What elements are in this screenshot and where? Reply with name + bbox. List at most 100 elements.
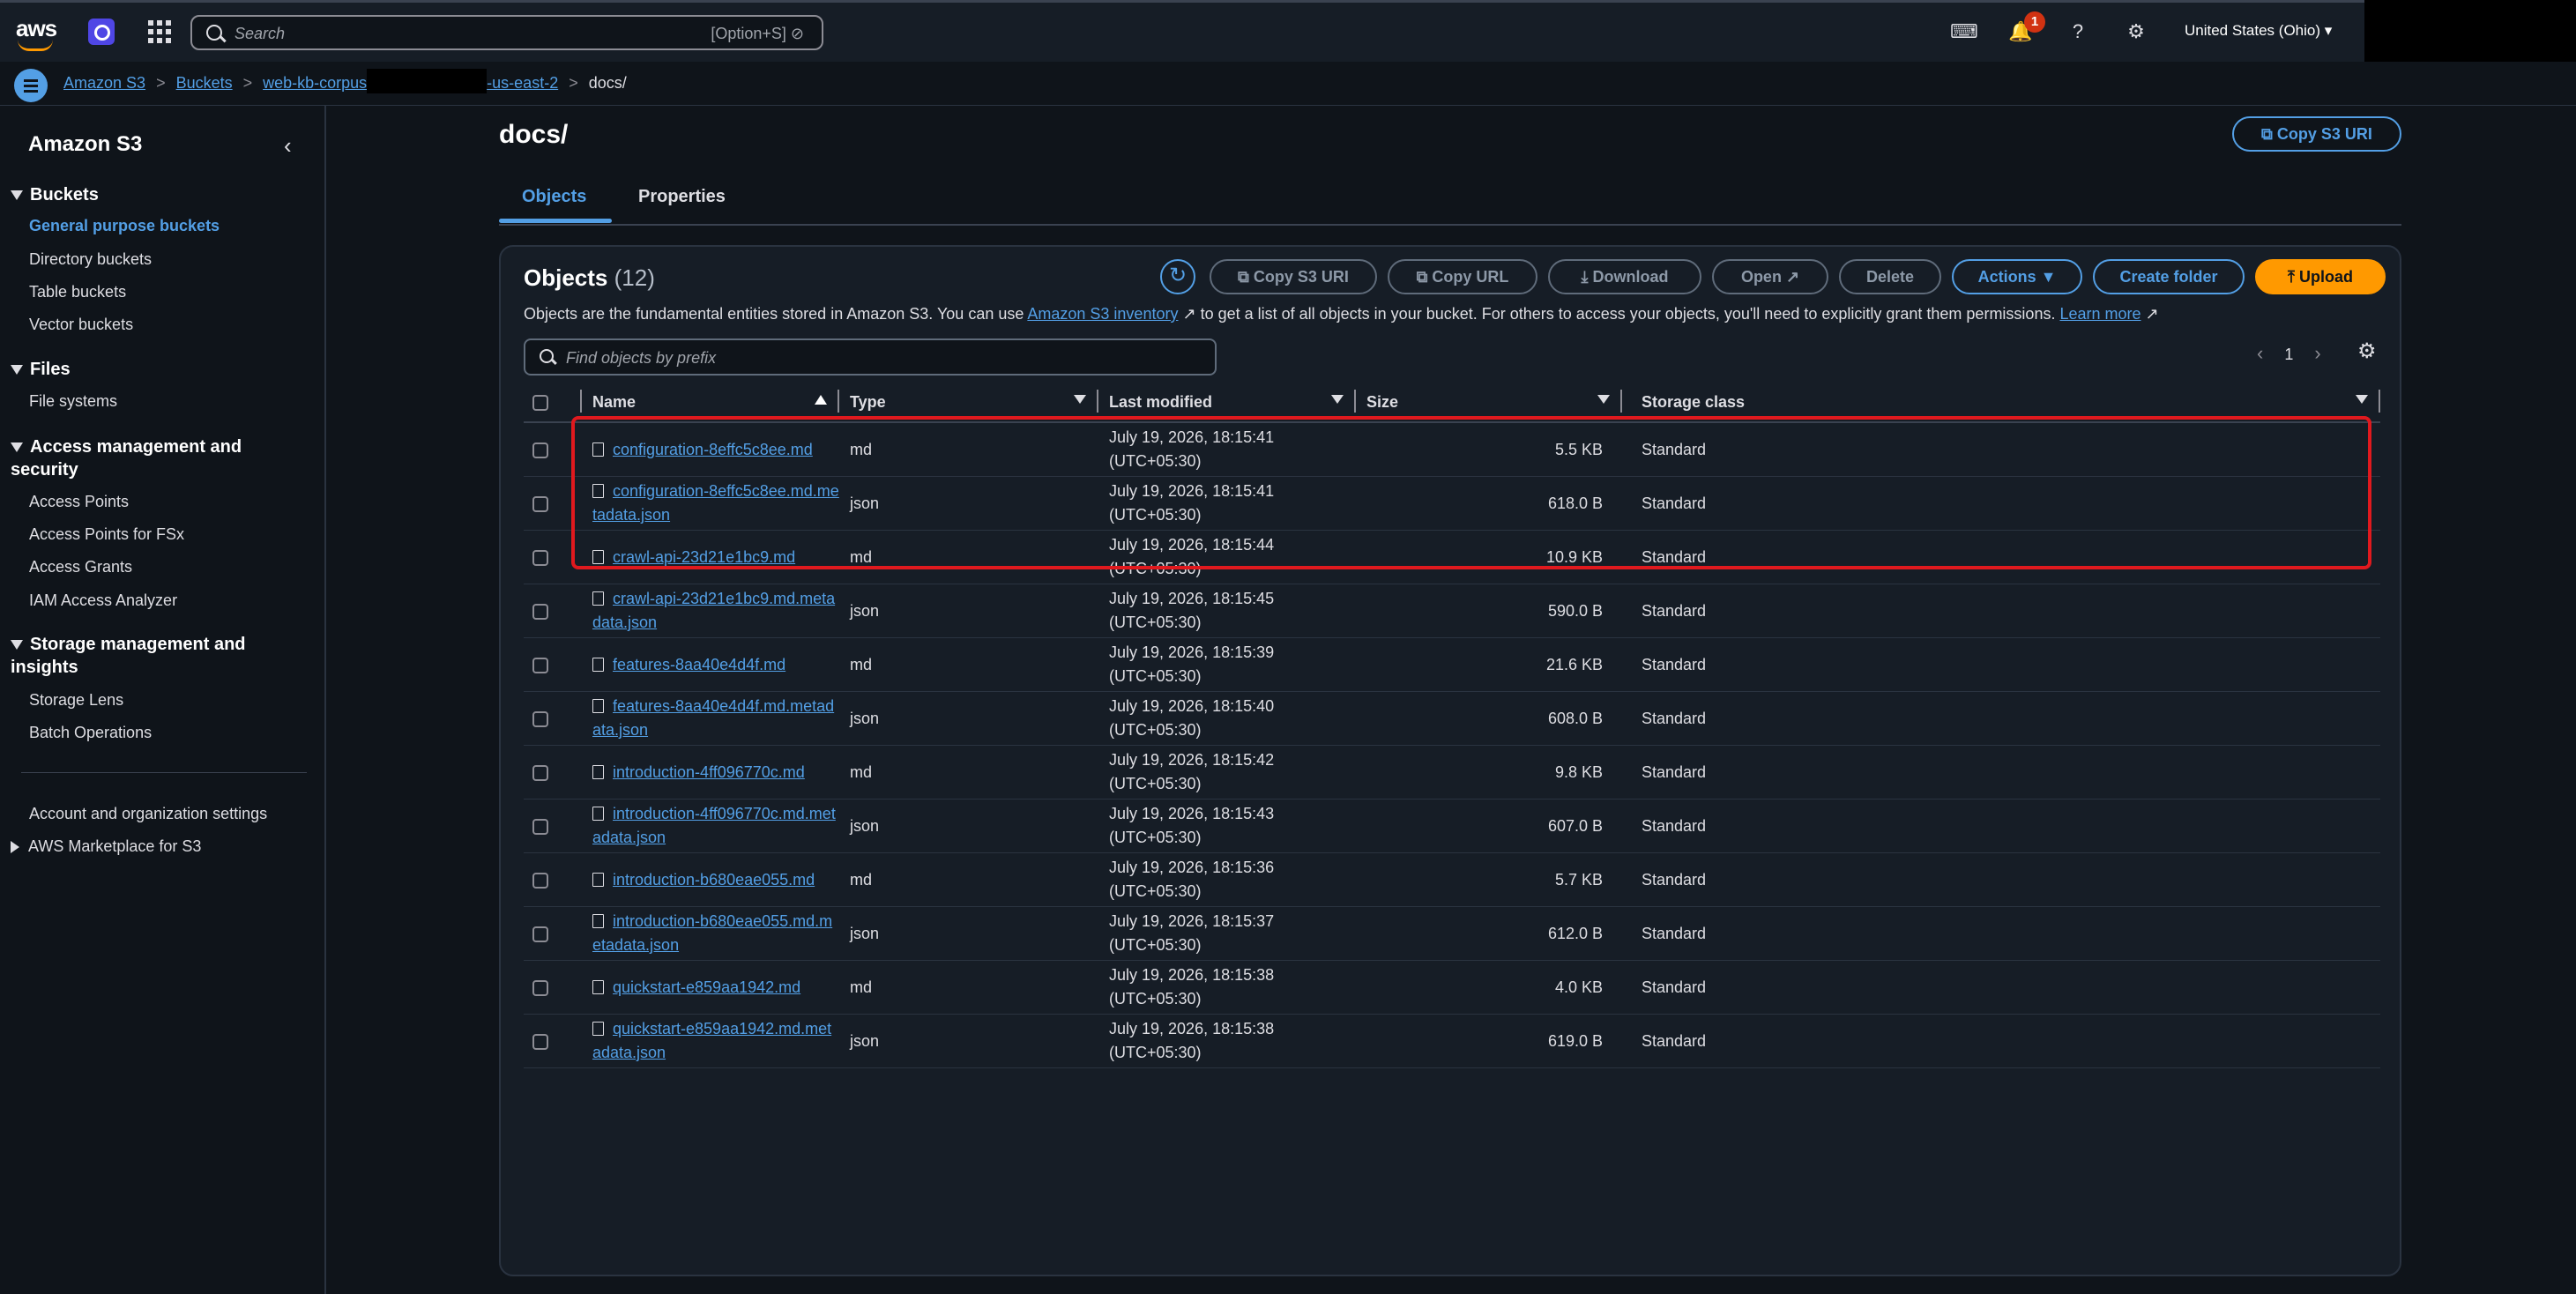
object-name-cell: features-8aa40e4d4f.md.metadata.json [582, 691, 839, 746]
copy-s3-uri-header-button[interactable]: ⧉ Copy S3 URI [2232, 116, 2401, 152]
tab-objects[interactable]: Objects [522, 187, 586, 207]
breadcrumb-amazon-s3[interactable]: Amazon S3 [63, 74, 145, 92]
object-name-link[interactable]: introduction-4ff096770c.md.metadata.json [592, 805, 836, 846]
services-grid-icon[interactable] [148, 20, 171, 43]
table-row[interactable]: introduction-b680eae055.md.metadata.json… [524, 906, 2380, 961]
row-checkbox-cell [524, 960, 582, 1015]
settings-gear-icon[interactable]: ⚙ [2125, 20, 2148, 43]
cloudshell-icon[interactable]: ⌨ [1950, 20, 1978, 43]
table-preferences-gear-icon[interactable]: ⚙ [2357, 338, 2377, 364]
object-name-link[interactable]: introduction-4ff096770c.md [613, 763, 805, 781]
sidebar-item-storage-lens[interactable]: Storage Lens [29, 691, 123, 710]
object-name-link[interactable]: configuration-8effc5c8ee.md [613, 441, 813, 458]
region-selector[interactable]: United States (Ohio) ▾ [2185, 22, 2332, 40]
create-folder-button[interactable]: Create folder [2093, 259, 2245, 294]
column-storage-class[interactable]: Storage class [1622, 383, 2380, 423]
next-page-icon[interactable]: › [2314, 342, 2320, 364]
copy-url-button[interactable]: ⧉ Copy URL [1388, 259, 1537, 294]
row-checkbox[interactable] [532, 926, 548, 942]
object-last-modified: July 19, 2026, 18:15:42 (UTC+05:30) [1098, 745, 1356, 799]
hamburger-menu-icon[interactable] [14, 69, 48, 102]
table-row[interactable]: introduction-4ff096770c.md md July 19, 202… [524, 745, 2380, 799]
row-checkbox[interactable] [532, 872, 548, 889]
download-button[interactable]: ⤓ Download [1548, 259, 1701, 294]
sidebar-section-storage-management[interactable]: Storage management and insights [11, 633, 293, 679]
table-row[interactable]: quickstart-e859aa1942.md md July 19, 2026,… [524, 960, 2380, 1015]
open-button[interactable]: Open ↗ [1712, 259, 1828, 294]
extension-icon[interactable] [88, 19, 115, 45]
row-checkbox[interactable] [532, 979, 548, 996]
sidebar-section-files[interactable]: Files [11, 358, 71, 381]
sidebar-item-account-settings[interactable]: Account and organization settings [29, 805, 267, 823]
table-row[interactable]: introduction-b680eae055.md md July 19, 202… [524, 852, 2380, 907]
sidebar-item-file-systems[interactable]: File systems [29, 392, 117, 411]
table-row[interactable]: quickstart-e859aa1942.md.metadata.json js… [524, 1014, 2380, 1068]
table-row[interactable]: crawl-api-23d21e1bc9.md.metadata.json jso… [524, 584, 2380, 638]
object-name-link[interactable]: features-8aa40e4d4f.md.metadata.json [592, 697, 834, 739]
row-checkbox-cell [524, 1014, 582, 1068]
search-input[interactable]: Search [Option+S] ⊘ [190, 15, 823, 50]
object-storage-class: Standard [1622, 476, 2380, 531]
column-last-modified[interactable]: Last modified [1098, 383, 1356, 423]
row-checkbox[interactable] [532, 657, 548, 673]
object-name-link[interactable]: introduction-b680eae055.md.metadata.json [592, 912, 832, 954]
help-icon[interactable]: ? [2066, 20, 2089, 43]
refresh-icon[interactable]: ↻ [1160, 259, 1195, 294]
row-checkbox[interactable] [532, 764, 548, 781]
row-checkbox[interactable] [532, 818, 548, 835]
sidebar-item-access-points-fsx[interactable]: Access Points for FSx [29, 525, 184, 544]
object-name-link[interactable]: crawl-api-23d21e1bc9.md.metadata.json [592, 590, 835, 631]
object-name-link[interactable]: configuration-8effc5c8ee.md.metadata.jso… [592, 482, 839, 524]
column-type[interactable]: Type [839, 383, 1098, 423]
breadcrumb-buckets[interactable]: Buckets [176, 74, 233, 92]
find-objects-input[interactable]: Find objects by prefix [524, 338, 1217, 376]
select-all-checkbox[interactable] [532, 394, 548, 411]
actions-dropdown[interactable]: Actions ▼ [1952, 259, 2082, 294]
sidebar-item-iam-access-analyzer[interactable]: IAM Access Analyzer [29, 591, 177, 610]
object-name-link[interactable]: crawl-api-23d21e1bc9.md [613, 548, 795, 566]
s3-inventory-link[interactable]: Amazon S3 inventory [1027, 305, 1178, 323]
object-last-modified: July 19, 2026, 18:15:39 (UTC+05:30) [1098, 637, 1356, 692]
object-name-link[interactable]: quickstart-e859aa1942.md.metadata.json [592, 1020, 831, 1061]
row-checkbox[interactable] [532, 710, 548, 727]
sidebar-item-vector-buckets[interactable]: Vector buckets [29, 316, 133, 334]
table-row[interactable]: configuration-8effc5c8ee.md md July 19, 20… [524, 422, 2380, 477]
column-name[interactable]: Name [582, 383, 839, 423]
table-row[interactable]: crawl-api-23d21e1bc9.md md July 19, 2026, … [524, 530, 2380, 584]
sidebar-section-buckets[interactable]: Buckets [11, 183, 99, 206]
table-row[interactable]: features-8aa40e4d4f.md.metadata.json json… [524, 691, 2380, 746]
object-name-link[interactable]: features-8aa40e4d4f.md [613, 656, 785, 673]
column-size[interactable]: Size [1356, 383, 1622, 423]
aws-logo[interactable]: aws [16, 15, 57, 51]
table-row[interactable]: introduction-4ff096770c.md.metadata.json… [524, 799, 2380, 853]
sidebar-section-access-management[interactable]: Access management and security [11, 435, 293, 481]
object-name-link[interactable]: quickstart-e859aa1942.md [613, 978, 800, 996]
object-name-link[interactable]: introduction-b680eae055.md [613, 871, 815, 889]
tab-properties[interactable]: Properties [638, 187, 726, 207]
table-row[interactable]: features-8aa40e4d4f.md md July 19, 2026, 1… [524, 637, 2380, 692]
sidebar-item-batch-operations[interactable]: Batch Operations [29, 724, 152, 742]
row-checkbox[interactable] [532, 603, 548, 620]
table-row[interactable]: configuration-8effc5c8ee.md.metadata.jso… [524, 476, 2380, 531]
sidebar-item-table-buckets[interactable]: Table buckets [29, 283, 126, 301]
sidebar-item-access-grants[interactable]: Access Grants [29, 558, 132, 576]
breadcrumb-bucket[interactable]: web-kb-corpus -us-east-2 [263, 69, 558, 94]
previous-page-icon[interactable]: ‹ [2257, 342, 2263, 364]
copy-s3-uri-button[interactable]: ⧉ Copy S3 URI [1210, 259, 1377, 294]
row-checkbox[interactable] [532, 549, 548, 566]
row-checkbox[interactable] [532, 495, 548, 512]
sidebar-item-marketplace[interactable]: AWS Marketplace for S3 [11, 837, 201, 856]
objects-description: Objects are the fundamental entities sto… [524, 305, 2159, 323]
sidebar-item-access-points[interactable]: Access Points [29, 493, 129, 511]
file-icon [592, 764, 604, 779]
sidebar-item-general-purpose-buckets[interactable]: General purpose buckets [29, 217, 220, 235]
page-number[interactable]: 1 [2284, 346, 2293, 363]
sidebar-item-directory-buckets[interactable]: Directory buckets [29, 250, 152, 269]
delete-button[interactable]: Delete [1839, 259, 1941, 294]
learn-more-link[interactable]: Learn more [2059, 305, 2140, 323]
upload-button[interactable]: ⤒ Upload [2255, 259, 2386, 294]
collapse-sidebar-icon[interactable]: ‹ [284, 132, 292, 160]
search-shortcut: [Option+S] ⊘ [711, 25, 804, 42]
row-checkbox[interactable] [532, 1033, 548, 1050]
row-checkbox[interactable] [532, 442, 548, 458]
